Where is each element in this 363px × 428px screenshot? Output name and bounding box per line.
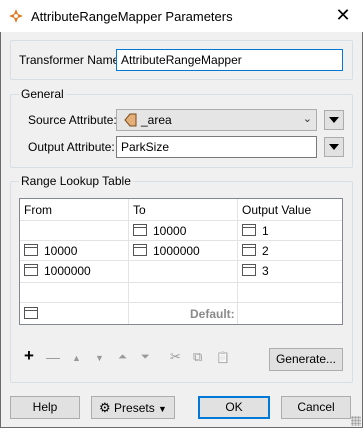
- move-top-icon[interactable]: ⏶: [118, 351, 127, 364]
- source-attribute-label: Source Attribute:: [28, 113, 117, 127]
- column-divider: [237, 199, 238, 324]
- range-lookup-table: From To Output Value 10000 1 10000 10000…: [19, 198, 343, 325]
- gear-icon: ⚙: [99, 400, 111, 415]
- column-divider: [128, 199, 129, 324]
- source-attribute-menu-button[interactable]: [324, 110, 344, 130]
- output-attribute-menu-button[interactable]: [324, 137, 344, 157]
- edit-cell-icon[interactable]: [133, 224, 147, 236]
- move-bottom-icon[interactable]: ⏷: [141, 351, 150, 364]
- copy-icon[interactable]: ⧉: [193, 349, 202, 365]
- edit-cell-icon[interactable]: [242, 224, 256, 236]
- edit-cell-icon[interactable]: [24, 244, 38, 256]
- cut-icon[interactable]: ✂: [170, 349, 181, 365]
- row2-to[interactable]: 1000000: [153, 244, 200, 258]
- move-up-icon[interactable]: ▲: [72, 353, 81, 363]
- remove-row-icon[interactable]: —: [46, 349, 60, 365]
- move-down-icon[interactable]: ▼: [95, 353, 104, 363]
- source-attribute-select[interactable]: _area ⌄: [116, 109, 317, 131]
- row2-from[interactable]: 10000: [44, 244, 77, 258]
- window-title: AttributeRangeMapper Parameters: [31, 9, 233, 24]
- fme-transformer-icon: [9, 9, 23, 23]
- row-divider: [20, 240, 342, 241]
- attribute-icon: [124, 113, 137, 127]
- edit-cell-icon[interactable]: [242, 244, 256, 256]
- header-to[interactable]: To: [133, 203, 146, 217]
- row-divider: [20, 260, 342, 261]
- row2-output[interactable]: 2: [262, 244, 269, 258]
- row1-output[interactable]: 1: [262, 224, 269, 238]
- row1-to[interactable]: 10000: [153, 224, 186, 238]
- row-divider: [20, 282, 342, 283]
- row3-from[interactable]: 1000000: [44, 264, 91, 278]
- cancel-button[interactable]: Cancel: [281, 396, 351, 419]
- presets-label: Presets: [114, 401, 155, 415]
- output-attribute-input[interactable]: ParkSize: [116, 136, 317, 158]
- transformer-name-label: Transformer Name:: [19, 53, 123, 67]
- header-output-value[interactable]: Output Value: [242, 203, 311, 217]
- presets-button[interactable]: ⚙ Presets ▼: [91, 396, 175, 419]
- close-icon[interactable]: ✕: [323, 0, 363, 32]
- chevron-down-icon: ⌄: [302, 113, 312, 125]
- source-attribute-value: _area: [141, 113, 172, 127]
- add-row-icon[interactable]: +: [24, 346, 34, 366]
- row3-output[interactable]: 3: [262, 264, 269, 278]
- row-divider: [20, 302, 342, 303]
- resize-grip[interactable]: [351, 416, 361, 426]
- generate-button[interactable]: Generate...: [269, 348, 343, 371]
- row-divider: [20, 220, 342, 221]
- header-from[interactable]: From: [24, 203, 52, 217]
- edit-cell-icon[interactable]: [133, 244, 147, 256]
- ok-button[interactable]: OK: [198, 396, 270, 419]
- general-legend: General: [19, 87, 66, 101]
- edit-cell-icon[interactable]: [24, 264, 38, 276]
- edit-cell-icon[interactable]: [242, 264, 256, 276]
- edit-cell-icon[interactable]: [24, 307, 38, 319]
- caret-down-icon: ▼: [158, 404, 167, 414]
- transformer-name-input[interactable]: AttributeRangeMapper: [116, 49, 343, 71]
- title-bar: AttributeRangeMapper Parameters ✕: [0, 0, 363, 32]
- output-attribute-label: Output Attribute:: [28, 140, 115, 154]
- paste-icon[interactable]: 📋: [216, 351, 230, 364]
- range-lookup-legend: Range Lookup Table: [19, 174, 133, 188]
- help-button[interactable]: Help: [10, 396, 80, 419]
- default-label: Default:: [190, 307, 235, 321]
